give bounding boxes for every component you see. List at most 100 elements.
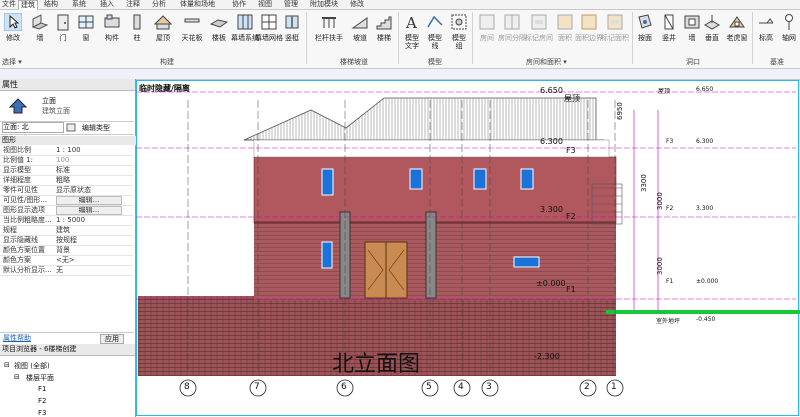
door-button[interactable]: 门: [55, 11, 71, 55]
modify-button[interactable]: 修改: [2, 11, 24, 55]
wall-opening-button[interactable]: 墙: [684, 11, 700, 55]
component-button[interactable]: 构件: [102, 11, 122, 55]
model-text-button[interactable]: A 模型文字: [402, 11, 422, 55]
section-graphics[interactable]: 图形: [0, 136, 136, 145]
model-group-button[interactable]: 模型组: [450, 11, 468, 55]
property-value[interactable]: 背景: [56, 246, 120, 255]
property-row[interactable]: 比例值 1: 100: [0, 156, 133, 166]
tree-expander-icon[interactable]: ⊟: [4, 361, 10, 369]
tree-item-f3[interactable]: F3: [38, 409, 46, 417]
property-value[interactable]: 编辑...: [56, 206, 122, 215]
tree-item-f1[interactable]: F1: [38, 385, 46, 393]
tab-architecture[interactable]: 建筑: [18, 0, 38, 10]
property-row[interactable]: 规程 建筑: [0, 226, 133, 236]
level-name[interactable]: F3: [566, 146, 576, 155]
tag-area-button[interactable]: 标记面积: [601, 11, 629, 55]
tab-modify[interactable]: 修改: [350, 0, 364, 9]
level-name[interactable]: 屋顶: [564, 93, 580, 104]
tab-addins[interactable]: 附加模块: [310, 0, 338, 9]
roof-button[interactable]: 屋顶: [154, 11, 172, 55]
level-elevation[interactable]: 6.300: [540, 137, 563, 146]
level-elevation[interactable]: 3.300: [540, 205, 563, 214]
group-separator: [306, 12, 307, 64]
column-button[interactable]: 柱: [130, 11, 144, 55]
instance-selector[interactable]: 立面: 北: [2, 122, 64, 133]
property-row[interactable]: 显示隐藏线 按规程: [0, 236, 133, 246]
level-name[interactable]: F2: [566, 212, 576, 221]
property-value[interactable]: 1 : 5000: [56, 216, 120, 225]
edit-type-button[interactable]: 编辑类型: [82, 122, 110, 134]
north-elevation-drawing[interactable]: [136, 80, 800, 417]
property-row[interactable]: 默认分析显示... 无: [0, 266, 133, 276]
right-level-elev: ±0.000: [696, 278, 719, 285]
tab-analyze[interactable]: 分析: [152, 0, 166, 9]
mullion-button[interactable]: 竖梃: [284, 11, 300, 55]
property-row[interactable]: 图形显示选项 编辑...: [0, 206, 133, 216]
property-row[interactable]: 当比例粗略度... 1 : 5000: [0, 216, 133, 226]
tab-collaborate[interactable]: 协作: [232, 0, 246, 9]
property-value[interactable]: 无: [56, 266, 120, 275]
property-row[interactable]: 详细程度 粗略: [0, 176, 133, 186]
room-button[interactable]: 房间: [478, 11, 496, 55]
property-row[interactable]: 零件可见性 显示原状态: [0, 186, 133, 196]
dormer-button[interactable]: 老虎窗: [726, 11, 748, 55]
apply-button[interactable]: 应用: [100, 334, 124, 344]
properties-help-link[interactable]: 属性帮助: [3, 333, 31, 344]
group-room-area-label[interactable]: 房间和面积 ▾: [526, 57, 567, 67]
model-line-button[interactable]: 模型线: [426, 11, 444, 55]
ceiling-button[interactable]: 天花板: [180, 11, 204, 55]
group-select-label[interactable]: 选择 ▾: [2, 57, 22, 67]
ramp-button[interactable]: 坡道: [351, 11, 368, 55]
property-row[interactable]: 可见性/图形... 编辑...: [0, 196, 133, 206]
wall-button[interactable]: 墙: [31, 11, 49, 55]
curtain-grid-button[interactable]: 幕墙网格: [255, 11, 283, 55]
tag-room-button[interactable]: 标记房间: [525, 11, 553, 55]
property-value[interactable]: 编辑...: [56, 196, 122, 205]
tab-view[interactable]: 视图: [258, 0, 272, 9]
shaft-button[interactable]: 竖井: [660, 11, 678, 55]
by-face-button[interactable]: 按面: [636, 11, 654, 55]
tree-expander-icon[interactable]: ⊟: [14, 373, 20, 381]
area-button[interactable]: 面积: [556, 11, 574, 55]
level-button[interactable]: 标高: [756, 11, 776, 55]
type-selector[interactable]: 立面 建筑立面: [0, 91, 134, 122]
property-value[interactable]: 建筑: [56, 226, 120, 235]
tree-item-views[interactable]: 视图 (全部): [14, 361, 50, 371]
property-value[interactable]: 按规程: [56, 236, 120, 245]
property-row[interactable]: 视图比例 1 : 100: [0, 146, 133, 156]
area-boundary-button[interactable]: 面积边界: [575, 11, 603, 55]
property-row[interactable]: 显示模型 标准: [0, 166, 133, 176]
grid-button[interactable]: 轴网: [780, 11, 798, 55]
level-elevation[interactable]: ±0.000: [536, 279, 566, 288]
level-elevation[interactable]: 6.650: [540, 86, 563, 95]
stair-button[interactable]: 楼梯: [376, 11, 392, 55]
property-value[interactable]: 粗略: [56, 176, 120, 185]
tab-annotate[interactable]: 注释: [126, 0, 140, 9]
curtain-system-button[interactable]: 幕墙系统: [231, 11, 259, 55]
property-value[interactable]: 显示原状态: [56, 186, 120, 195]
drawing-canvas[interactable]: 临时隐藏/隔离 6.650 屋顶 6.300 F3 3.300 F2 ±0.00…: [136, 80, 800, 417]
window-button[interactable]: 窗: [78, 11, 94, 55]
property-value[interactable]: 100: [56, 156, 120, 165]
tree-item-floor-plans[interactable]: 楼层平面: [26, 373, 54, 383]
property-row[interactable]: 颜色方案 <无>: [0, 256, 133, 266]
tab-insert[interactable]: 插入: [100, 0, 114, 9]
vertical-opening-button[interactable]: 垂直: [703, 11, 721, 55]
room-separator-button[interactable]: 房间分隔: [498, 11, 526, 55]
tab-massing-site[interactable]: 体量和场地: [180, 0, 215, 9]
property-value[interactable]: 1 : 100: [56, 146, 120, 155]
tree-item-f2[interactable]: F2: [38, 397, 46, 405]
railing-button[interactable]: 栏杆扶手: [314, 11, 344, 55]
property-value[interactable]: <无>: [56, 256, 120, 265]
drawing-title: 北立面图: [332, 352, 421, 377]
property-value[interactable]: 标准: [56, 166, 120, 175]
level-elevation[interactable]: -2.300: [534, 352, 560, 361]
window: [473, 168, 487, 190]
tab-systems[interactable]: 系统: [72, 0, 86, 9]
tab-manage[interactable]: 管理: [284, 0, 298, 9]
floor-button[interactable]: 楼板: [210, 11, 228, 55]
level-name[interactable]: F1: [566, 285, 576, 294]
tab-structure[interactable]: 结构: [44, 0, 58, 9]
property-row[interactable]: 颜色方案位置 背景: [0, 246, 133, 256]
tab-file[interactable]: 文件: [2, 0, 16, 9]
